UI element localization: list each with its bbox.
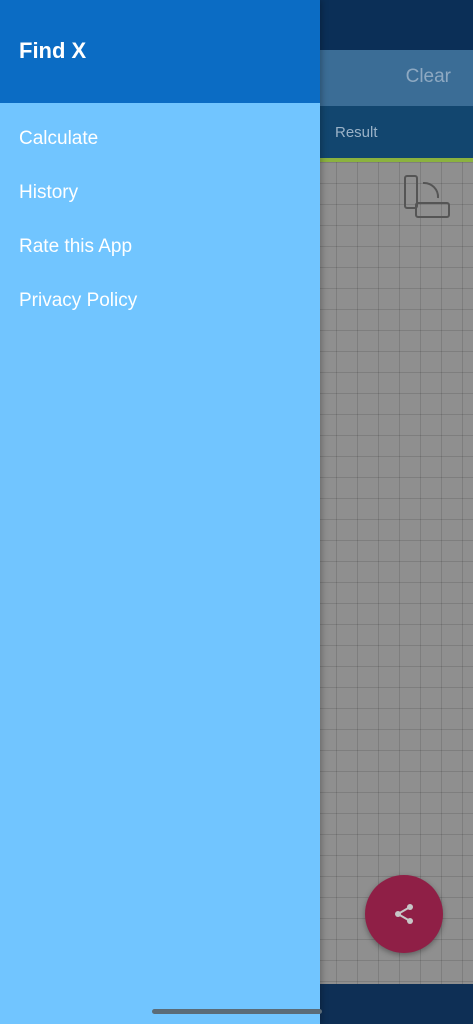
- app-title: Find X: [19, 38, 87, 63]
- drawer-header: Find X: [0, 0, 320, 103]
- drawer-menu: Calculate History Rate this App Privacy …: [0, 112, 320, 328]
- drawer-item-calculate[interactable]: Calculate: [0, 112, 320, 166]
- home-indicator[interactable]: [152, 1009, 322, 1014]
- drawer-item-rate-app[interactable]: Rate this App: [0, 220, 320, 274]
- clear-button[interactable]: Clear: [406, 66, 451, 88]
- drawer-item-history[interactable]: History: [0, 166, 320, 220]
- drawer-item-privacy-policy[interactable]: Privacy Policy: [0, 274, 320, 328]
- share-icon: [395, 904, 413, 924]
- navigation-drawer: Find X Calculate History Rate this App P…: [0, 0, 320, 1024]
- tab-result[interactable]: Result: [335, 124, 378, 141]
- share-button[interactable]: [365, 875, 443, 953]
- screen-rotation-icon[interactable]: [402, 174, 452, 220]
